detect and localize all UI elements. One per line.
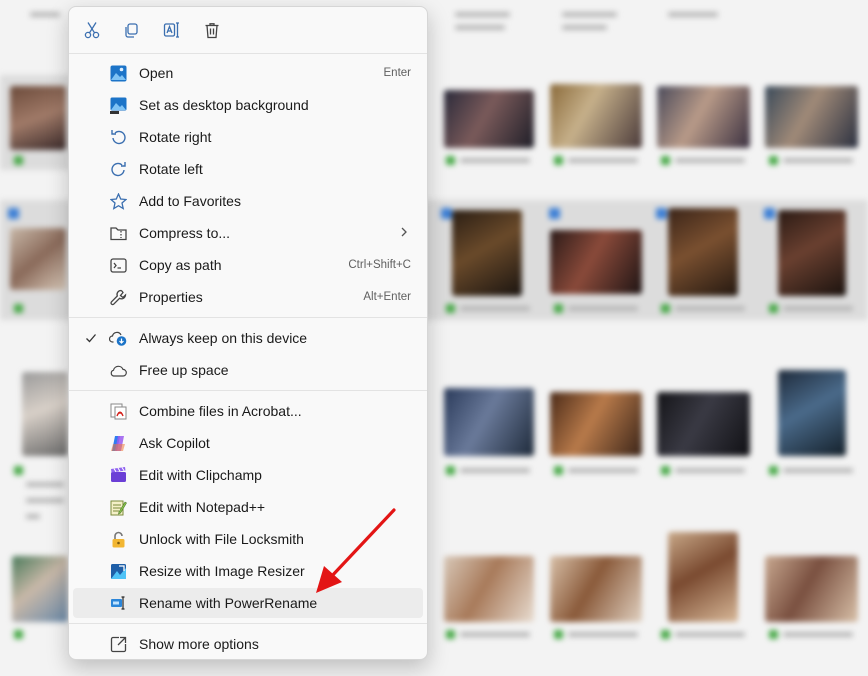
- annotation-arrow: [316, 508, 396, 593]
